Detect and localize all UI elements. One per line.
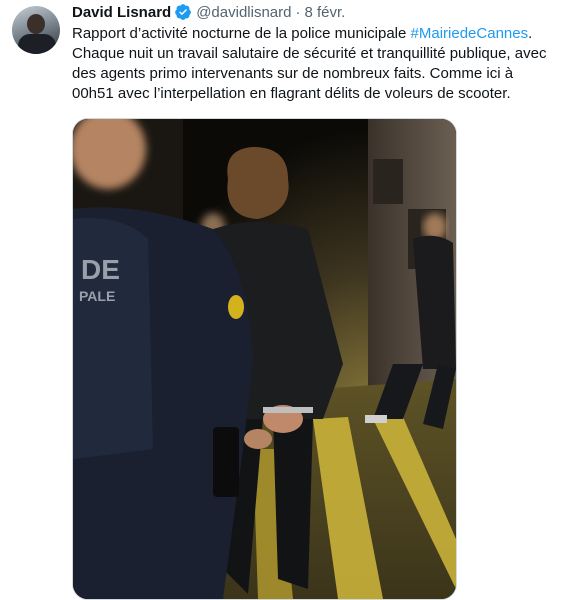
tweet-date[interactable]: 8 févr. xyxy=(304,4,345,21)
avatar-head xyxy=(27,14,45,34)
patch-text-1: DE xyxy=(81,254,120,285)
author-name[interactable]: David Lisnard xyxy=(72,4,171,21)
tweet-header: David Lisnard @davidlisnard · 8 févr. xyxy=(72,2,345,22)
tweet[interactable]: David Lisnard @davidlisnard · 8 févr. Ra… xyxy=(0,0,565,600)
patch-text-2: PALE xyxy=(79,288,115,304)
night-arrest-photo: DE PALE xyxy=(73,119,456,599)
verified-badge-icon xyxy=(175,4,192,20)
tweet-text: Rapport d’activité nocturne de la police… xyxy=(72,24,558,104)
tweet-text-part1: Rapport d’activité nocturne de la police… xyxy=(72,25,411,42)
avatar-body xyxy=(18,34,56,54)
separator-dot: · xyxy=(295,3,301,21)
building-window xyxy=(373,159,403,204)
author-handle[interactable]: @davidlisnard xyxy=(196,4,291,21)
avatar[interactable] xyxy=(12,6,60,54)
tweet-photo[interactable]: DE PALE xyxy=(72,118,457,600)
hashtag-link[interactable]: #MairiedeCannes xyxy=(411,25,529,42)
